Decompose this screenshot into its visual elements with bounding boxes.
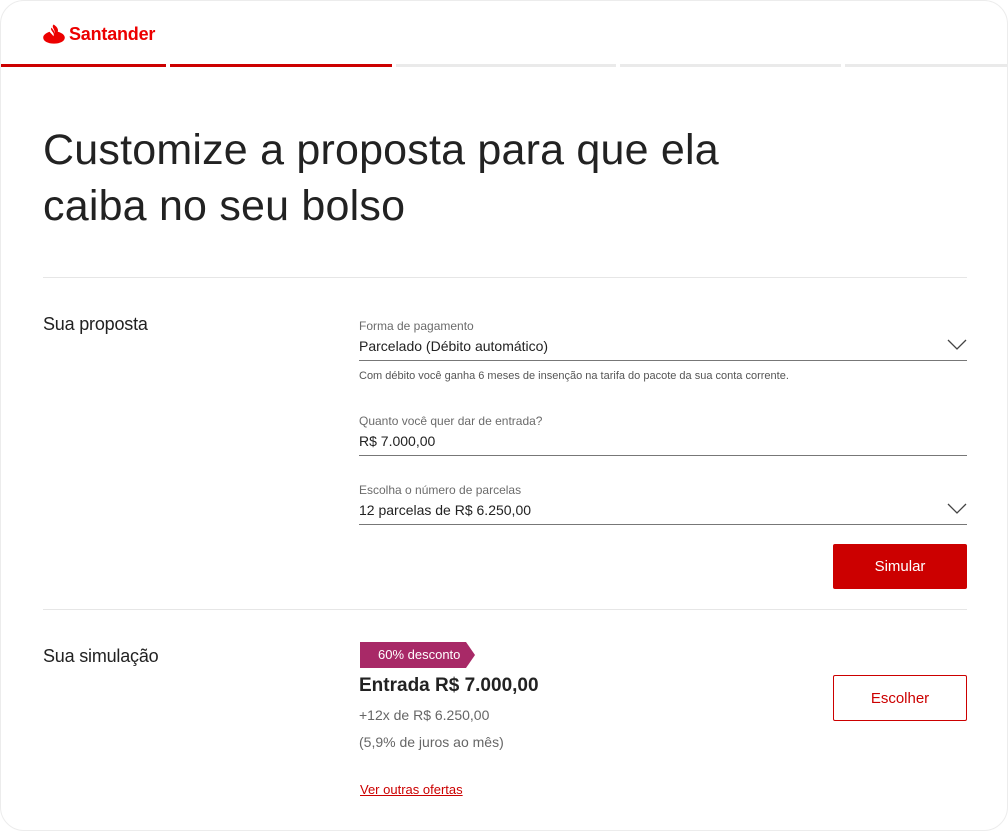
installments-select[interactable]: Escolha o número de parcelas 12 parcelas… xyxy=(359,483,967,525)
progress-step-1 xyxy=(1,64,166,67)
simulation-section-title: Sua simulação xyxy=(43,646,159,666)
down-payment-value[interactable]: R$ 7.000,00 xyxy=(359,432,967,455)
payment-method-label: Forma de pagamento xyxy=(359,319,474,333)
simulate-button[interactable]: Simular xyxy=(833,544,967,589)
progress-step-4 xyxy=(620,64,841,67)
page-title: Customize a proposta para que ela caiba … xyxy=(43,126,719,230)
installments-label: Escolha o número de parcelas xyxy=(359,483,522,497)
discount-badge-label: 60% desconto xyxy=(360,642,467,668)
offer-entry-amount: Entrada R$ 7.000,00 xyxy=(359,675,539,696)
down-payment-label: Quanto você quer dar de entrada? xyxy=(359,414,543,428)
section-divider xyxy=(43,277,967,278)
progress-step-3 xyxy=(396,64,616,67)
installments-value: 12 parcelas de R$ 6.250,00 xyxy=(359,502,532,518)
badge-arrow-tip xyxy=(466,642,476,668)
proposal-section-title: Sua proposta xyxy=(43,314,148,334)
santander-logo[interactable]: Santander xyxy=(43,22,155,46)
offer-interest: (5,9% de juros ao mês) xyxy=(359,734,504,750)
chevron-down-icon[interactable] xyxy=(947,339,967,351)
choose-button[interactable]: Escolher xyxy=(833,675,967,721)
payment-method-select[interactable]: Forma de pagamento Parcelado (Débito aut… xyxy=(359,319,967,361)
discount-badge: 60% desconto xyxy=(360,642,476,668)
progress-step-5 xyxy=(845,64,1007,67)
other-offers-link[interactable]: Ver outras ofertas xyxy=(360,782,463,797)
payment-method-value: Parcelado (Débito automático) xyxy=(359,338,549,354)
brand-name: Santander xyxy=(69,23,156,44)
page-frame: Santander Customize a proposta para que … xyxy=(0,0,1008,831)
section-divider xyxy=(43,609,967,610)
down-payment-field[interactable]: Quanto você quer dar de entrada? R$ 7.00… xyxy=(359,414,967,456)
progress-step-2 xyxy=(170,64,392,67)
flame-icon xyxy=(43,24,65,44)
chevron-down-icon[interactable] xyxy=(947,503,967,515)
step-progress xyxy=(1,64,1007,67)
payment-method-helper: Com débito você ganha 6 meses de insençã… xyxy=(359,370,789,382)
offer-installments: +12x de R$ 6.250,00 xyxy=(359,707,490,723)
